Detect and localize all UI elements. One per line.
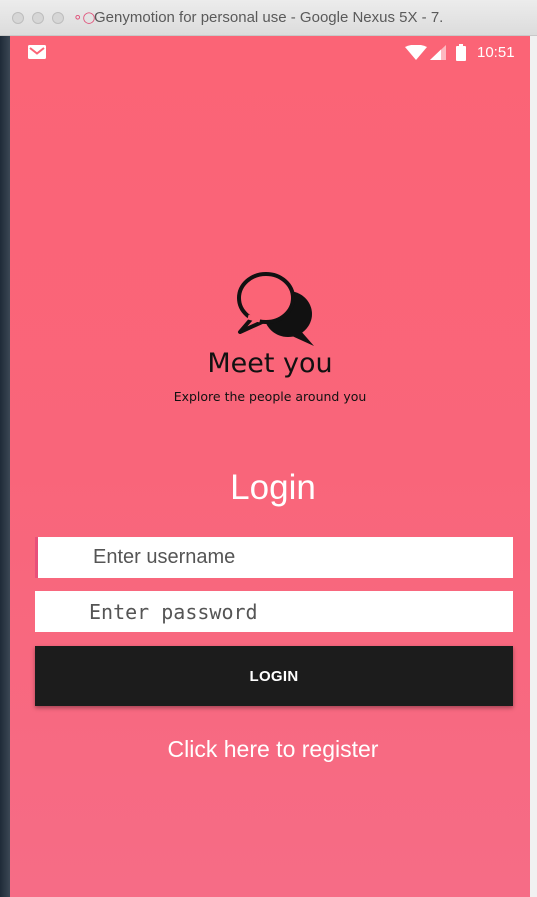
window-left-edge [0, 36, 10, 897]
login-button[interactable]: LOGIN [35, 646, 513, 706]
status-bar: 10:51 [10, 36, 530, 68]
username-input[interactable]: Enter username [35, 537, 513, 578]
close-window-button[interactable] [12, 12, 24, 24]
zoom-window-button[interactable] [52, 12, 64, 24]
chat-bubbles-icon [237, 272, 314, 346]
gmail-icon [28, 45, 46, 59]
wifi-icon [405, 45, 427, 60]
window-right-edge [530, 36, 537, 897]
app-name: Meet you [207, 348, 333, 379]
minimize-window-button[interactable] [32, 12, 44, 24]
phone-screen: 10:51 Meet you Explore the people around… [10, 36, 530, 897]
login-title: Login [230, 468, 316, 507]
password-input[interactable]: Enter password [35, 591, 513, 632]
window-titlebar: ∘○ Genymotion for personal use - Google … [0, 0, 537, 36]
signal-icon [430, 45, 446, 60]
window-title: Genymotion for personal use - Google Nex… [94, 9, 444, 26]
register-link[interactable]: Click here to register [10, 736, 530, 763]
genymotion-icon: ∘○ [73, 8, 96, 26]
status-time: 10:51 [477, 44, 515, 61]
battery-icon [456, 44, 466, 61]
app-tagline: Explore the people around you [173, 389, 367, 404]
